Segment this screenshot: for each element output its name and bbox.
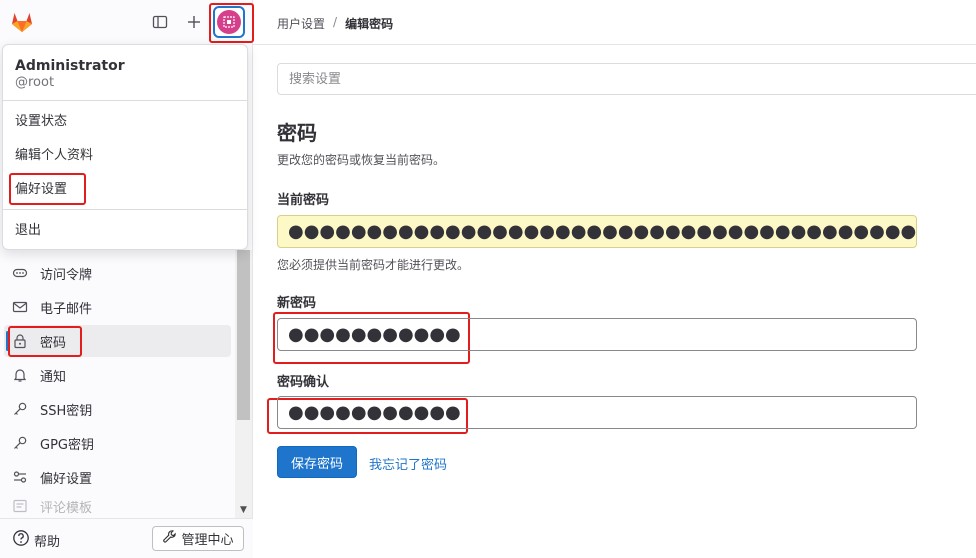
sidebar-item-preferences[interactable]: 偏好设置: [4, 461, 231, 493]
sidebar-item-label: 偏好设置: [40, 471, 93, 487]
comment-template-icon: [12, 498, 28, 514]
sidebar-item-access-tokens[interactable]: 访问令牌: [4, 257, 231, 289]
wrench-icon: [162, 529, 177, 548]
scrollbar-thumb[interactable]: [237, 250, 250, 420]
sidebar-item-label: 评论模板: [40, 500, 93, 516]
gitlab-logo-icon[interactable]: [10, 10, 34, 34]
sidebar-item-emails[interactable]: 电子邮件: [4, 291, 231, 323]
user-avatar-button[interactable]: [213, 6, 245, 38]
sidebar-item-label: 访问令牌: [40, 267, 93, 283]
page-title: 密码: [277, 121, 317, 145]
help-icon: [12, 529, 30, 551]
bell-icon: [12, 367, 28, 383]
key-icon: [12, 435, 28, 451]
confirm-password-field[interactable]: ●●●●●●●●●●●: [277, 396, 917, 429]
current-password-help: 您必须提供当前密码才能进行更改。: [277, 258, 470, 272]
breadcrumb-separator: /: [333, 15, 338, 29]
breadcrumb-parent[interactable]: 用户设置: [277, 15, 325, 32]
scroll-down-arrow-icon[interactable]: ▼: [235, 502, 252, 518]
preferences-icon: [12, 469, 28, 485]
current-password-field[interactable]: ●●●●●●●●●●●●●●●●●●●●●●●●●●●●●●●●●●●●●●●●…: [277, 215, 917, 248]
avatar: [217, 10, 241, 34]
breadcrumb-current[interactable]: 编辑密码: [345, 15, 393, 32]
save-password-button[interactable]: 保存密码: [277, 446, 357, 478]
admin-label: 管理中心: [181, 533, 234, 548]
sidebar-item-label: SSH密钥: [40, 403, 93, 419]
dropdown-username[interactable]: @root: [15, 75, 54, 90]
sidebar-item-label: 密码: [40, 335, 67, 351]
lock-icon: [12, 333, 28, 349]
key-icon: [12, 401, 28, 417]
sidebar-item-notifications[interactable]: 通知: [4, 359, 231, 391]
mail-icon: [12, 299, 28, 315]
forgot-password-link[interactable]: 我忘记了密码: [369, 454, 447, 473]
current-password-label: 当前密码: [277, 193, 330, 208]
confirm-password-label: 密码确认: [277, 375, 330, 390]
help-label: 帮助: [34, 534, 61, 550]
sidebar-item-label: 通知: [40, 369, 67, 385]
sidebar-toggle-icon[interactable]: [148, 10, 172, 34]
sidebar-item-comment-templates[interactable]: 评论模板: [4, 495, 231, 517]
new-password-field[interactable]: ●●●●●●●●●●●: [277, 318, 917, 351]
dropdown-item-preferences[interactable]: 偏好设置: [3, 174, 247, 206]
dropdown-user-name[interactable]: Administrator: [15, 58, 125, 74]
user-dropdown-menu: Administrator @root 设置状态 编辑个人资料 偏好设置 退出: [2, 44, 248, 250]
new-password-label: 新密码: [277, 296, 317, 311]
dropdown-divider: [3, 100, 247, 101]
dropdown-item-sign-out[interactable]: 退出: [3, 215, 247, 247]
sidebar-item-label: 电子邮件: [40, 301, 93, 317]
dropdown-item-edit-profile[interactable]: 编辑个人资料: [3, 140, 247, 172]
sidebar-item-ssh-keys[interactable]: SSH密钥: [4, 393, 231, 425]
dropdown-divider: [3, 209, 247, 210]
sidebar-footer: 帮助 管理中心: [0, 518, 253, 558]
token-icon: [12, 265, 28, 281]
dropdown-item-set-status[interactable]: 设置状态: [3, 106, 247, 138]
help-button[interactable]: 帮助: [12, 529, 60, 551]
admin-area-button[interactable]: 管理中心: [152, 526, 244, 551]
sidebar-header: [0, 0, 253, 44]
breadcrumb: 用户设置 / 编辑密码: [277, 15, 393, 32]
sidebar-item-label: GPG密钥: [40, 437, 94, 453]
page-description: 更改您的密码或恢复当前密码。: [277, 153, 446, 167]
header-divider: [253, 44, 976, 45]
plus-icon[interactable]: [182, 10, 206, 34]
sidebar-scrollbar[interactable]: ▼: [235, 250, 252, 518]
sidebar-item-password[interactable]: 密码: [4, 325, 231, 357]
search-settings-input[interactable]: [277, 63, 976, 95]
sidebar-item-gpg-keys[interactable]: GPG密钥: [4, 427, 231, 459]
